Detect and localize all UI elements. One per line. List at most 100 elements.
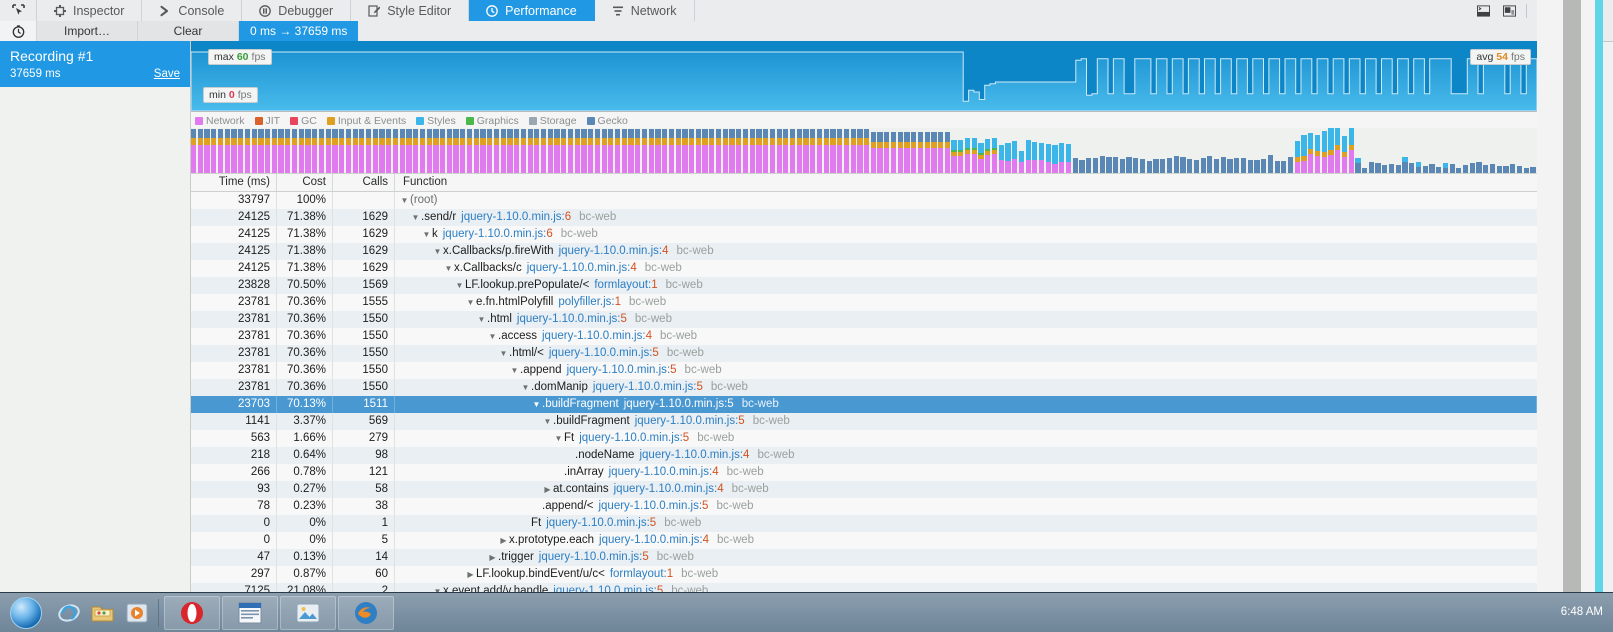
chevron-down-icon[interactable]: ▼ [410, 209, 421, 226]
split-console-button[interactable] [1470, 0, 1496, 21]
save-recording-link[interactable]: Save [154, 68, 180, 80]
function-source-url[interactable]: formlayout [610, 566, 664, 583]
table-row[interactable]: 2382870.50%1569▼LF.lookup.prePopulate/<f… [191, 277, 1537, 294]
chevron-down-icon[interactable]: ▼ [520, 379, 531, 396]
table-row[interactable]: 2412571.38%1629▼x.Callbacks/cjquery-1.10… [191, 260, 1537, 277]
quicklaunch-internet-explorer[interactable] [52, 596, 86, 630]
chevron-down-icon[interactable]: ▼ [421, 226, 432, 243]
tab-performance[interactable]: Performance [469, 0, 595, 21]
chevron-down-icon[interactable]: ▼ [465, 294, 476, 311]
cell-function[interactable]: Ftjquery-1.10.0.min.js:5bc-web [395, 515, 1537, 532]
recording-range-tab[interactable]: 0 ms → 37659 ms [239, 21, 358, 41]
clear-button[interactable]: Clear [138, 21, 239, 41]
column-header-time[interactable]: Time (ms) [191, 174, 277, 191]
chevron-down-icon[interactable]: ▼ [553, 430, 564, 447]
chevron-down-icon[interactable]: ▼ [487, 328, 498, 345]
chevron-down-icon[interactable]: ▼ [509, 362, 520, 379]
column-header-calls[interactable]: Calls [333, 174, 395, 191]
cell-function[interactable]: ▼.accessjquery-1.10.0.min.js:4bc-web [395, 328, 1537, 345]
taskbar-app-opera[interactable] [164, 596, 220, 630]
table-row[interactable]: 2412571.38%1629▼.send/rjquery-1.10.0.min… [191, 209, 1537, 226]
cell-function[interactable]: ▶LF.lookup.bindEvent/u/c<formlayout:1bc-… [395, 566, 1537, 583]
function-source-url[interactable]: jquery-1.10.0.min.js [624, 396, 724, 413]
cell-function[interactable]: ▶.triggerjquery-1.10.0.min.js:5bc-web [395, 549, 1537, 566]
cell-function[interactable]: .append/<jquery-1.10.0.min.js:5bc-web [395, 498, 1537, 515]
column-header-function[interactable]: Function [395, 174, 1537, 191]
function-source-url[interactable]: jquery-1.10.0.min.js [461, 209, 561, 226]
cell-function[interactable]: ▼e.fn.htmlPolyfillpolyfiller.js:1bc-web [395, 294, 1537, 311]
table-row[interactable]: 11413.37%569▼.buildFragmentjquery-1.10.0… [191, 413, 1537, 430]
legend-item-styles[interactable]: Styles [416, 115, 456, 127]
chevron-down-icon[interactable]: ▼ [432, 243, 443, 260]
table-row[interactable]: 2378170.36%1550▼.htmljquery-1.10.0.min.j… [191, 311, 1537, 328]
function-source-url[interactable]: jquery-1.10.0.min.js [579, 430, 679, 447]
tab-console[interactable]: Console [142, 0, 242, 21]
cell-function[interactable]: ▼.html/<jquery-1.10.0.min.js:5bc-web [395, 345, 1537, 362]
function-source-url[interactable]: jquery-1.10.0.min.js [609, 464, 709, 481]
function-source-url[interactable]: jquery-1.10.0.min.js [599, 532, 699, 549]
vertical-scrollbar[interactable] [1563, 0, 1581, 592]
cell-function[interactable]: ▼Ftjquery-1.10.0.min.js:5bc-web [395, 430, 1537, 447]
function-source-url[interactable]: jquery-1.10.0.min.js [443, 226, 543, 243]
cell-function[interactable]: ▼kjquery-1.10.0.min.js:6bc-web [395, 226, 1537, 243]
cell-function[interactable]: ▼.buildFragmentjquery-1.10.0.min.js:5bc-… [395, 413, 1537, 430]
chevron-down-icon[interactable]: ▼ [454, 277, 465, 294]
cell-function[interactable]: ▼.appendjquery-1.10.0.min.js:5bc-web [395, 362, 1537, 379]
taskbar-app-photo-viewer[interactable] [280, 596, 336, 630]
start-button[interactable] [0, 595, 52, 631]
legend-item-gc[interactable]: GC [290, 115, 317, 127]
table-row[interactable]: 5631.66%279▼Ftjquery-1.10.0.min.js:5bc-w… [191, 430, 1537, 447]
legend-item-graphics[interactable]: Graphics [466, 115, 519, 127]
function-source-url[interactable]: jquery-1.10.0.min.js [614, 481, 714, 498]
table-row[interactable]: 2660.78%121.inArrayjquery-1.10.0.min.js:… [191, 464, 1537, 481]
legend-item-input-events[interactable]: Input & Events [327, 115, 406, 127]
cell-function[interactable]: ▼LF.lookup.prePopulate/<formlayout:1bc-w… [395, 277, 1537, 294]
chevron-right-icon[interactable]: ▶ [542, 481, 553, 498]
function-source-url[interactable]: jquery-1.10.0.min.js [527, 260, 627, 277]
tab-inspector[interactable]: Inspector [37, 0, 142, 21]
cell-function[interactable]: ▼.domManipjquery-1.10.0.min.js:5bc-web [395, 379, 1537, 396]
table-row[interactable]: 00%1Ftjquery-1.10.0.min.js:5bc-web [191, 515, 1537, 532]
legend-item-gecko[interactable]: Gecko [587, 115, 628, 127]
function-source-url[interactable]: jquery-1.10.0.min.js [546, 515, 646, 532]
table-row[interactable]: 470.13%14▶.triggerjquery-1.10.0.min.js:5… [191, 549, 1537, 566]
chevron-down-icon[interactable]: ▼ [443, 260, 454, 277]
responsive-design-button[interactable] [1496, 0, 1522, 21]
table-row[interactable]: 2378170.36%1550▼.domManipjquery-1.10.0.m… [191, 379, 1537, 396]
cell-function[interactable]: ▼.send/rjquery-1.10.0.min.js:6bc-web [395, 209, 1537, 226]
recording-list-item[interactable]: Recording #1 37659 ms Save [0, 41, 190, 87]
cell-function[interactable]: ▶at.containsjquery-1.10.0.min.js:4bc-web [395, 481, 1537, 498]
taskbar-app-editor[interactable] [222, 596, 278, 630]
table-row[interactable]: 2378170.36%1555▼e.fn.htmlPolyfillpolyfil… [191, 294, 1537, 311]
function-source-url[interactable]: polyfiller.js [558, 294, 611, 311]
table-row[interactable]: 930.27%58▶at.containsjquery-1.10.0.min.j… [191, 481, 1537, 498]
framerate-graph[interactable]: max 60 fps min 0 fps avg 54 fps [191, 41, 1537, 112]
chevron-right-icon[interactable]: ▶ [487, 549, 498, 566]
chevron-right-icon[interactable]: ▶ [465, 566, 476, 583]
table-row[interactable]: 2970.87%60▶LF.lookup.bindEvent/u/c<forml… [191, 566, 1537, 583]
import-button[interactable]: Import… [37, 21, 138, 41]
table-row[interactable]: 2378170.36%1550▼.html/<jquery-1.10.0.min… [191, 345, 1537, 362]
taskbar-app-firefox[interactable] [338, 596, 394, 630]
chevron-right-icon[interactable]: ▶ [498, 532, 509, 549]
table-row[interactable]: 780.23%38.append/<jquery-1.10.0.min.js:5… [191, 498, 1537, 515]
chevron-down-icon[interactable]: ▼ [476, 311, 487, 328]
cell-function[interactable]: ▼.buildFragmentjquery-1.10.0.min.js:5bc-… [395, 396, 1537, 413]
chevron-down-icon[interactable]: ▼ [399, 192, 410, 209]
function-source-url[interactable]: jquery-1.10.0.min.js [517, 311, 617, 328]
chevron-down-icon[interactable]: ▼ [542, 413, 553, 430]
table-row[interactable]: 2370370.13%1511▼.buildFragmentjquery-1.1… [191, 396, 1537, 413]
table-row[interactable]: 00%5▶x.prototype.eachjquery-1.10.0.min.j… [191, 532, 1537, 549]
chevron-down-icon[interactable]: ▼ [531, 396, 542, 413]
function-source-url[interactable]: jquery-1.10.0.min.js [539, 549, 639, 566]
chevron-down-icon[interactable]: ▼ [498, 345, 509, 362]
tab-style-editor[interactable]: Style Editor [351, 0, 469, 21]
cell-function[interactable]: .inArrayjquery-1.10.0.min.js:4bc-web [395, 464, 1537, 481]
function-source-url[interactable]: jquery-1.10.0.min.js [542, 328, 642, 345]
table-row[interactable]: 2378170.36%1550▼.accessjquery-1.10.0.min… [191, 328, 1537, 345]
legend-item-network[interactable]: Network [195, 115, 245, 127]
legend-item-jit[interactable]: JIT [255, 115, 281, 127]
function-source-url[interactable]: jquery-1.10.0.min.js [635, 413, 735, 430]
categories-graph[interactable] [191, 128, 1537, 174]
table-row[interactable]: 33797100%▼(root) [191, 192, 1537, 209]
